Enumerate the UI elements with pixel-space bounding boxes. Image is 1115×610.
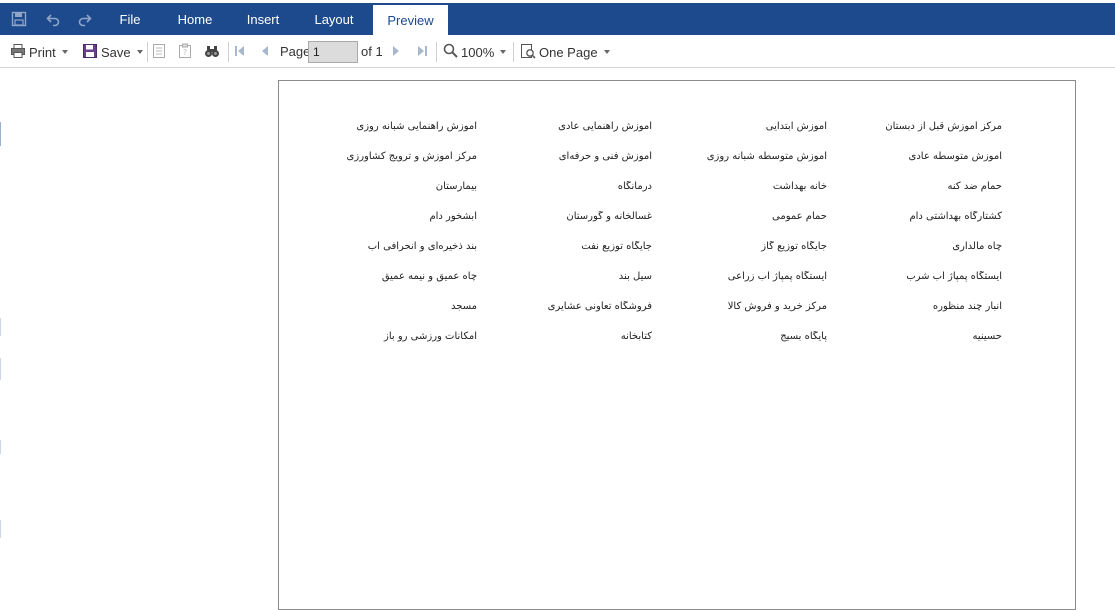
save-icon [82,43,98,62]
save-label: Save [101,44,131,60]
chevron-down-icon [500,50,507,54]
clipboard-icon: ? [178,43,192,62]
report-item: امکانات ورزشی رو باز [383,331,477,342]
report-item: بند ذخیره‌ای و انحرافی آب [367,241,477,252]
prev-page-icon [260,45,270,60]
parameters-button[interactable]: ? [178,36,192,68]
last-page-button[interactable] [416,36,428,68]
tab-home[interactable]: Home [170,3,220,35]
last-page-icon [416,45,428,60]
report-item: بیمارستان [435,181,477,192]
report-item: فروشگاه تعاونی عشایری [547,301,652,312]
toolbar-divider [513,42,514,62]
binoculars-icon [204,43,220,62]
first-page-icon [234,45,246,60]
document-icon [152,43,166,62]
report-item: مسجد [451,301,477,312]
report-item: ایستگاه پمپاژ آب زراعی [727,271,827,282]
report-item: آموزش فنی و حرفه‌ای [558,151,652,162]
report-item: آبشخور دام [429,211,477,222]
chevron-down-icon [61,50,68,54]
undo-icon[interactable] [38,3,68,35]
toolbar-divider [147,42,148,62]
report-item: کتابخانه [620,331,652,342]
report-item: چاه عمیق و نیمه عمیق [381,271,477,282]
save-icon[interactable] [4,3,34,35]
report-item: چاه مالداری [952,241,1002,252]
report-item: آموزش متوسطه عادی [908,151,1002,162]
tab-insert[interactable]: Insert [238,3,288,35]
first-page-button[interactable] [234,36,246,68]
page-view-icon [520,43,536,62]
chevron-down-icon [603,50,610,54]
next-page-button[interactable] [391,36,401,68]
gutter-marker [0,520,1,538]
zoom-value: 100% [461,44,495,60]
report-item: حسینیه [972,331,1002,342]
menu-bar: File Home Insert Layout Preview [0,3,1115,36]
preview-toolbar: Print Save ? Page of 1 [0,36,1115,68]
page-label: Page [280,44,311,59]
print-label: Print [29,44,56,60]
report-item: آموزش ابتدایی [765,121,827,132]
report-item-grid: مرکز آموزش قبل از دبستان آموزش ابتدایی آمو… [318,121,1018,361]
next-page-icon [391,45,401,60]
report-item: کشتارگاه بهداشتی دام [909,211,1002,222]
page-number-input[interactable] [308,41,358,63]
gutter-marker [0,318,1,336]
toolbar-divider [436,42,437,62]
report-item: انبار چند منظوره [932,301,1002,312]
tab-preview[interactable]: Preview [373,5,448,36]
gutter-marker [0,440,1,454]
report-item: غسالخانه و گورستان [566,211,652,222]
report-item: حمام عمومی [772,211,827,222]
zoom-dropdown[interactable]: 100% [443,36,507,68]
save-button[interactable]: Save [82,36,143,68]
report-item: پایگاه بسیج [780,331,827,342]
print-button[interactable]: Print [10,36,68,68]
report-item: آموزش راهنمایی عادی [558,121,652,132]
report-item: جایگاه توزیع نفت [581,241,652,252]
report-item: حمام ضد کنه [947,181,1002,192]
tab-layout[interactable]: Layout [306,3,362,35]
redo-icon[interactable] [70,3,100,35]
page-view-dropdown[interactable]: One Page [520,36,610,68]
gutter-marker [0,122,1,146]
report-item: ایستگاه پمپاژ آب شرب [906,271,1002,282]
document-map-button[interactable] [152,36,166,68]
zoom-icon [443,43,458,61]
report-item: سیل بند [618,271,652,282]
prev-page-button[interactable] [260,36,270,68]
report-item: مرکز آموزش و ترویج کشاورزی [346,151,477,162]
toolbar-divider [228,42,229,62]
tab-file[interactable]: File [110,3,150,35]
report-page: مرکز آموزش قبل از دبستان آموزش ابتدایی آمو… [278,80,1076,610]
chevron-down-icon [136,50,143,54]
search-button[interactable] [204,36,220,68]
report-item: آموزش متوسطه شبانه روزی [706,151,827,162]
page-view-value: One Page [539,44,598,60]
page-count-label: of 1 [361,44,383,59]
svg-text:?: ? [183,48,187,57]
report-item: مرکز آموزش قبل از دبستان [885,121,1002,132]
report-item: درمانگاه [617,181,652,192]
report-item: آموزش راهنمایی شبانه روزی [356,121,477,132]
report-item: خانه بهداشت [772,181,827,192]
gutter-marker [0,358,1,380]
report-item: جایگاه توزیع گاز [761,241,827,252]
printer-icon [10,43,26,62]
report-item: مرکز خرید و فروش کالا [727,301,827,312]
